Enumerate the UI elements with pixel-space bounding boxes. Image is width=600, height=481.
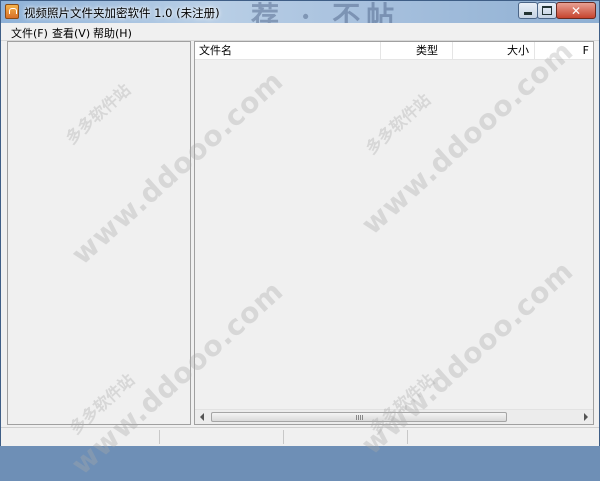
title-decoration: 荐 · 不帖 [251,1,401,23]
column-header-name[interactable]: 文件名 [195,42,381,59]
menu-view[interactable]: 查看(V) [52,25,90,41]
menu-file[interactable]: 文件(F) [11,25,48,41]
status-bar [1,427,599,446]
menu-help[interactable]: 帮助(H) [93,25,132,41]
menu-bar: 文件(F) 查看(V) 帮助(H) [1,23,599,41]
app-window: 荐 · 不帖 视频照片文件夹加密软件 1.0 (未注册) ✕ 文件(F) 查看(… [0,0,600,481]
scrollbar-thumb[interactable] [211,412,507,422]
status-separator [407,430,408,444]
maximize-icon [542,6,552,15]
column-header-size[interactable]: 大小 [453,42,535,59]
horizontal-scrollbar[interactable] [195,409,593,424]
status-separator [159,430,160,444]
column-header-type[interactable]: 类型 [381,42,453,59]
maximize-button[interactable] [537,2,557,19]
column-header-next[interactable]: F [535,42,593,59]
close-icon: ✕ [570,3,582,18]
minimize-icon [524,12,532,15]
title-bar[interactable]: 荐 · 不帖 视频照片文件夹加密软件 1.0 (未注册) ✕ [1,1,599,23]
scroll-right-icon[interactable] [584,413,588,421]
file-list-pane[interactable]: 文件名 类型 大小 F [194,41,594,425]
folder-tree-pane[interactable] [7,41,191,425]
app-lock-icon[interactable] [5,4,19,19]
minimize-button[interactable] [518,2,538,19]
list-header: 文件名 类型 大小 F [195,42,593,60]
grip-icon [356,415,364,420]
window-title: 视频照片文件夹加密软件 1.0 (未注册) [24,6,220,20]
close-button[interactable]: ✕ [556,2,596,19]
scroll-left-icon[interactable] [200,413,204,421]
status-separator [283,430,284,444]
